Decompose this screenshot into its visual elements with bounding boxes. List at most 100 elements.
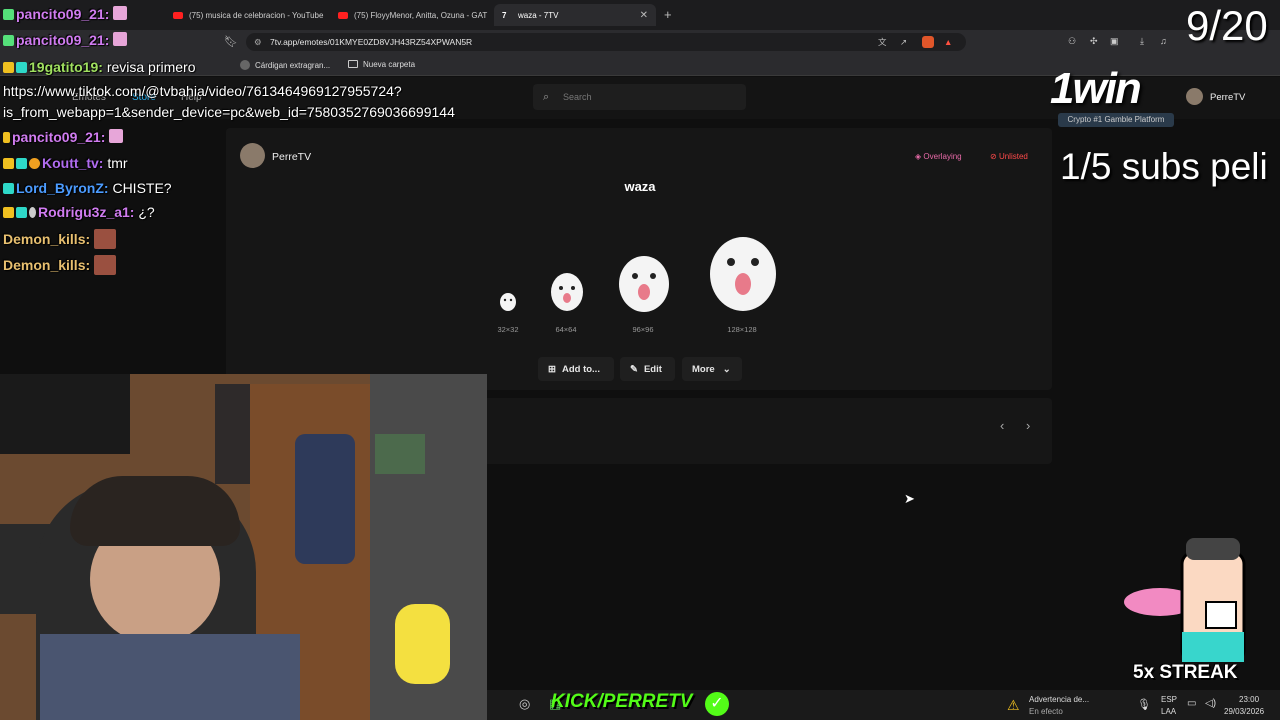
chat-user: pancito09_21: [16, 6, 110, 22]
subs-goal-overlay: 1/5 subs peli [1060, 146, 1268, 187]
crown-badge-icon [3, 62, 14, 73]
crown-badge-icon [3, 207, 14, 218]
streak-label: 5x STREAK [1133, 662, 1238, 683]
tab-youtube-1[interactable]: (75) musica de celebracion - YouTube [165, 4, 325, 26]
folder-icon [348, 60, 358, 68]
unlisted-flag: ⊘ Unlisted [990, 152, 1028, 161]
verified-icon: ✓ [705, 692, 729, 716]
edit-button[interactable]: ✎ Edit [620, 357, 675, 381]
url-field[interactable]: ⚙ 7tv.app/emotes/01KMYE0ZD8VJH43RZ54XPWA… [246, 33, 966, 51]
streamer-shirt [40, 634, 300, 720]
layers-icon: ◈ [915, 152, 922, 161]
browser-tab-bar: (75) musica de celebracion - YouTube (75… [0, 0, 1280, 30]
chat-user: Koutt_tv: [42, 155, 104, 171]
tv-screen [0, 374, 130, 454]
bookmark-icon[interactable]: 🔖︎ [224, 35, 238, 48]
rewards-icon[interactable]: ▲ [944, 33, 952, 51]
emote-preview-128 [710, 237, 776, 311]
mic-icon[interactable]: 🎙︎ [1137, 698, 1151, 711]
translate-icon[interactable]: 文 [878, 33, 887, 51]
extensions-icon[interactable]: ⚇ [1068, 36, 1076, 47]
emote-icon [109, 129, 124, 143]
chat-message: tmr [107, 155, 128, 171]
site-info-icon[interactable]: ⚙ [254, 33, 262, 51]
search-icon: ⌕ [543, 91, 550, 103]
favicon-icon [240, 60, 250, 70]
size-label: 128×128 [727, 325, 757, 334]
more-button[interactable]: More ⌄ [682, 357, 742, 381]
download-icon[interactable]: ⤓ [1140, 36, 1144, 47]
sidebar-icon[interactable]: ▣ [1110, 36, 1119, 47]
chat-user: Lord_ByronZ: [16, 180, 109, 196]
chat-user: Rodrigu3z_a1: [38, 204, 135, 220]
close-icon[interactable]: ✕ [640, 10, 648, 21]
volume-icon[interactable]: ◁) [1205, 698, 1216, 709]
emote-icon [94, 255, 117, 275]
flag-label: Unlisted [998, 152, 1028, 161]
counter-overlay: 9/20 [1186, 2, 1268, 49]
taskbar-app-icon[interactable]: ◎ [519, 696, 530, 712]
kick-handle: KICK/PERRETV [551, 691, 692, 713]
bookmark-folder[interactable]: Nueva carpeta [348, 60, 415, 69]
chat-user: Demon_kills: [3, 231, 91, 247]
chat-user: pancito09_21: [16, 32, 110, 48]
warning-icon[interactable]: ⚠ [1007, 697, 1020, 714]
chat-message: revisa primero [106, 59, 196, 75]
chevron-left-icon[interactable]: ‹ [1000, 418, 1004, 433]
sub-badge-icon [16, 207, 27, 218]
brave-shield-icon[interactable] [922, 36, 934, 48]
music-icon[interactable]: ♫ [1160, 36, 1167, 46]
size-label: 64×64 [555, 325, 577, 334]
tab-youtube-2[interactable]: (75) FloyyMenor, Anitta, Ozuna - GAT [330, 4, 488, 26]
toy-figure [395, 604, 450, 684]
owner-avatar[interactable] [240, 143, 265, 168]
chat-line: 19gatito19: revisa primero [3, 59, 196, 75]
button-label: Edit [643, 363, 662, 375]
user-name[interactable]: PerreTV [1210, 92, 1245, 103]
emote-title: waza [624, 179, 656, 194]
chat-user: Demon_kills: [3, 257, 91, 273]
emote-icon [113, 6, 128, 20]
network-icon[interactable]: ▭ [1187, 698, 1196, 709]
clock-time[interactable]: 23:00 [1239, 695, 1259, 704]
share-icon[interactable]: ↗ [900, 33, 907, 51]
bookmark-label: Cárdigan extragran... [255, 61, 331, 70]
mouse-cursor: ➤ [904, 491, 915, 506]
warning-subtitle: En efecto [1029, 707, 1063, 716]
chevron-right-icon[interactable]: › [1026, 418, 1030, 433]
chevron-down-icon: ⌄ [722, 363, 731, 375]
bits-badge-icon [29, 158, 40, 169]
tab-7tv[interactable]: 7 waza - 7TV ✕ [494, 4, 656, 26]
tab-label: waza - 7TV [518, 10, 559, 20]
language-layout[interactable]: LAA [1161, 707, 1176, 716]
streamer-hair [70, 476, 240, 546]
chat-line: pancito09_21: [3, 32, 129, 48]
sub-badge-icon [16, 158, 27, 169]
tab-label: (75) musica de celebracion - YouTube [189, 10, 324, 20]
puzzle-icon[interactable]: ✣ [1090, 36, 1098, 47]
clock-date[interactable]: 29/03/2026 [1224, 707, 1264, 716]
bookmark-item[interactable]: Cárdigan extragran... [240, 60, 330, 70]
emote-preview-64 [551, 273, 583, 311]
language-code[interactable]: ESP [1161, 695, 1177, 704]
search-input[interactable]: ⌕ Search [533, 84, 746, 110]
crown-badge-icon [3, 158, 14, 169]
streak-character [1124, 538, 1246, 662]
chat-message: https://www.tiktok.com/@tvbahia/video/76… [3, 83, 402, 99]
badge-icon [3, 35, 14, 46]
chat-user: pancito09_21: [12, 129, 106, 145]
avatar[interactable] [1186, 88, 1203, 105]
chat-line: Lord_ByronZ: CHISTE? [3, 180, 172, 196]
warning-title[interactable]: Advertencia de... [1029, 695, 1089, 704]
badge-icon [3, 9, 14, 20]
owner-name[interactable]: PerreTV [272, 151, 311, 163]
chat-message: is_from_webapp=1&sender_device=pc&web_id… [3, 104, 455, 120]
new-tab-button[interactable]: + [664, 7, 672, 22]
edit-icon: ✎ [630, 363, 638, 375]
sponsor-logo: 1win [1050, 64, 1142, 113]
add-to-button[interactable]: ⊞ Add to... [538, 357, 614, 381]
overlaying-flag: ◈ Overlaying [915, 152, 962, 161]
chat-line: pancito09_21: [3, 129, 125, 145]
chat-message: CHISTE? [112, 180, 172, 196]
emote-icon [94, 229, 117, 249]
